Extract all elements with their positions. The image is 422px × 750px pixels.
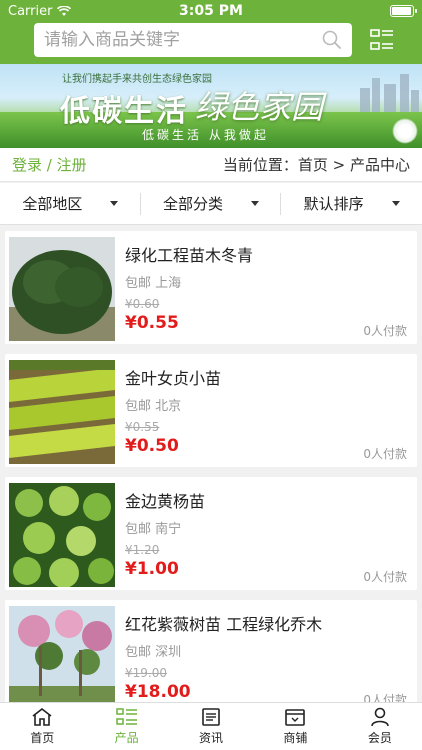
filter-category-label: 全部分类 (163, 195, 224, 213)
bottom-tab-bar: 首页 产品 资讯 商铺 会员 (0, 702, 422, 750)
banner-slogan-top: 让我们携起手来共创生态绿色家园 (62, 74, 212, 85)
search-box[interactable] (34, 23, 352, 57)
status-bar: Carrier 3:05 PM (0, 0, 422, 22)
product-paid-count: 0人付款 (363, 447, 407, 461)
product-old-price: ¥19.00 (125, 666, 167, 680)
caret-down-icon (391, 201, 400, 206)
product-price: ¥0.55 (125, 313, 179, 333)
current-location: 当前位置：首页 > 产品中心 (222, 156, 410, 174)
news-icon (202, 708, 220, 726)
battery-icon (390, 5, 417, 17)
breadcrumb: 登录 / 注册 当前位置：首页 > 产品中心 (0, 148, 422, 182)
tab-member-label: 会员 (367, 731, 392, 745)
tab-member[interactable]: 会员 (338, 703, 422, 750)
caret-down-icon (110, 201, 119, 206)
product-image[interactable] (9, 606, 115, 704)
tab-shop-label: 商铺 (283, 731, 308, 745)
banner-title-right: 绿色家园 (195, 88, 324, 126)
product-card[interactable]: 金叶女贞小苗 包邮 北京 ¥0.55 ¥0.50 0人付款 (5, 354, 417, 467)
filter-sort-label: 默认排序 (303, 195, 364, 213)
product-name[interactable]: 红花紫薇树苗 工程绿化乔木 (125, 611, 413, 635)
product-shipping: 包邮 南宁 (125, 522, 182, 537)
filter-sort[interactable]: 默认排序 (281, 183, 422, 224)
home-icon (32, 707, 52, 726)
search-input[interactable] (44, 30, 322, 50)
caret-down-icon (251, 201, 260, 206)
product-old-price: ¥0.60 (125, 297, 160, 311)
product-shipping: 包邮 上海 (125, 276, 182, 291)
promo-banner[interactable]: 让我们携起手来共创生态绿色家园 低碳生活 绿色家园 低碳生活 从我做起 (0, 64, 422, 148)
search-row (0, 22, 422, 64)
banner-slogan-bottom: 低碳生活 从我做起 (142, 128, 269, 142)
top-bar: Carrier 3:05 PM (0, 0, 422, 64)
dandelion-icon (392, 118, 418, 144)
filter-region-label: 全部地区 (22, 195, 83, 213)
product-paid-count: 0人付款 (363, 570, 407, 584)
tab-home-label: 首页 (30, 731, 55, 745)
product-shipping: 包邮 深圳 (125, 645, 182, 660)
product-image[interactable] (9, 483, 115, 587)
product-price: ¥18.00 (125, 682, 191, 702)
product-image[interactable] (9, 360, 115, 464)
category-menu-icon[interactable] (370, 29, 394, 51)
banner-title-left: 低碳生活 (60, 94, 188, 129)
user-icon (371, 707, 389, 727)
login-register-link[interactable]: 登录 / 注册 (12, 154, 87, 175)
tab-news[interactable]: 资讯 (169, 703, 253, 750)
tab-home[interactable]: 首页 (0, 703, 84, 750)
filter-region[interactable]: 全部地区 (0, 183, 141, 224)
tab-news-label: 资讯 (199, 731, 224, 745)
tab-products[interactable]: 产品 (84, 703, 168, 750)
product-list: 绿化工程苗木冬青 包邮 上海 ¥0.60 ¥0.55 0人付款 金叶女贞小苗 包… (0, 226, 422, 704)
product-name[interactable]: 绿化工程苗木冬青 (125, 242, 413, 266)
product-name[interactable]: 金叶女贞小苗 (125, 365, 413, 389)
tab-products-label: 产品 (114, 731, 139, 745)
product-card[interactable]: 绿化工程苗木冬青 包邮 上海 ¥0.60 ¥0.55 0人付款 (5, 231, 417, 344)
product-name[interactable]: 金边黄杨苗 (125, 488, 413, 512)
shop-icon (285, 709, 306, 726)
product-price: ¥1.00 (125, 559, 179, 579)
product-shipping: 包邮 北京 (125, 399, 182, 414)
tab-shop[interactable]: 商铺 (253, 703, 337, 750)
search-icon[interactable] (322, 30, 342, 50)
product-paid-count: 0人付款 (363, 324, 407, 338)
filter-category[interactable]: 全部分类 (141, 183, 282, 224)
product-old-price: ¥0.55 (125, 420, 160, 434)
product-card[interactable]: 金边黄杨苗 包邮 南宁 ¥1.20 ¥1.00 0人付款 (5, 477, 417, 590)
product-price: ¥0.50 (125, 436, 179, 456)
product-image[interactable] (9, 237, 115, 341)
product-card[interactable]: 红花紫薇树苗 工程绿化乔木 包邮 深圳 ¥19.00 ¥18.00 0人付款 (5, 600, 417, 704)
filter-bar: 全部地区 全部分类 默认排序 (0, 183, 422, 225)
status-time: 3:05 PM (179, 3, 243, 19)
product-old-price: ¥1.20 (125, 543, 160, 557)
list-icon (115, 708, 137, 725)
